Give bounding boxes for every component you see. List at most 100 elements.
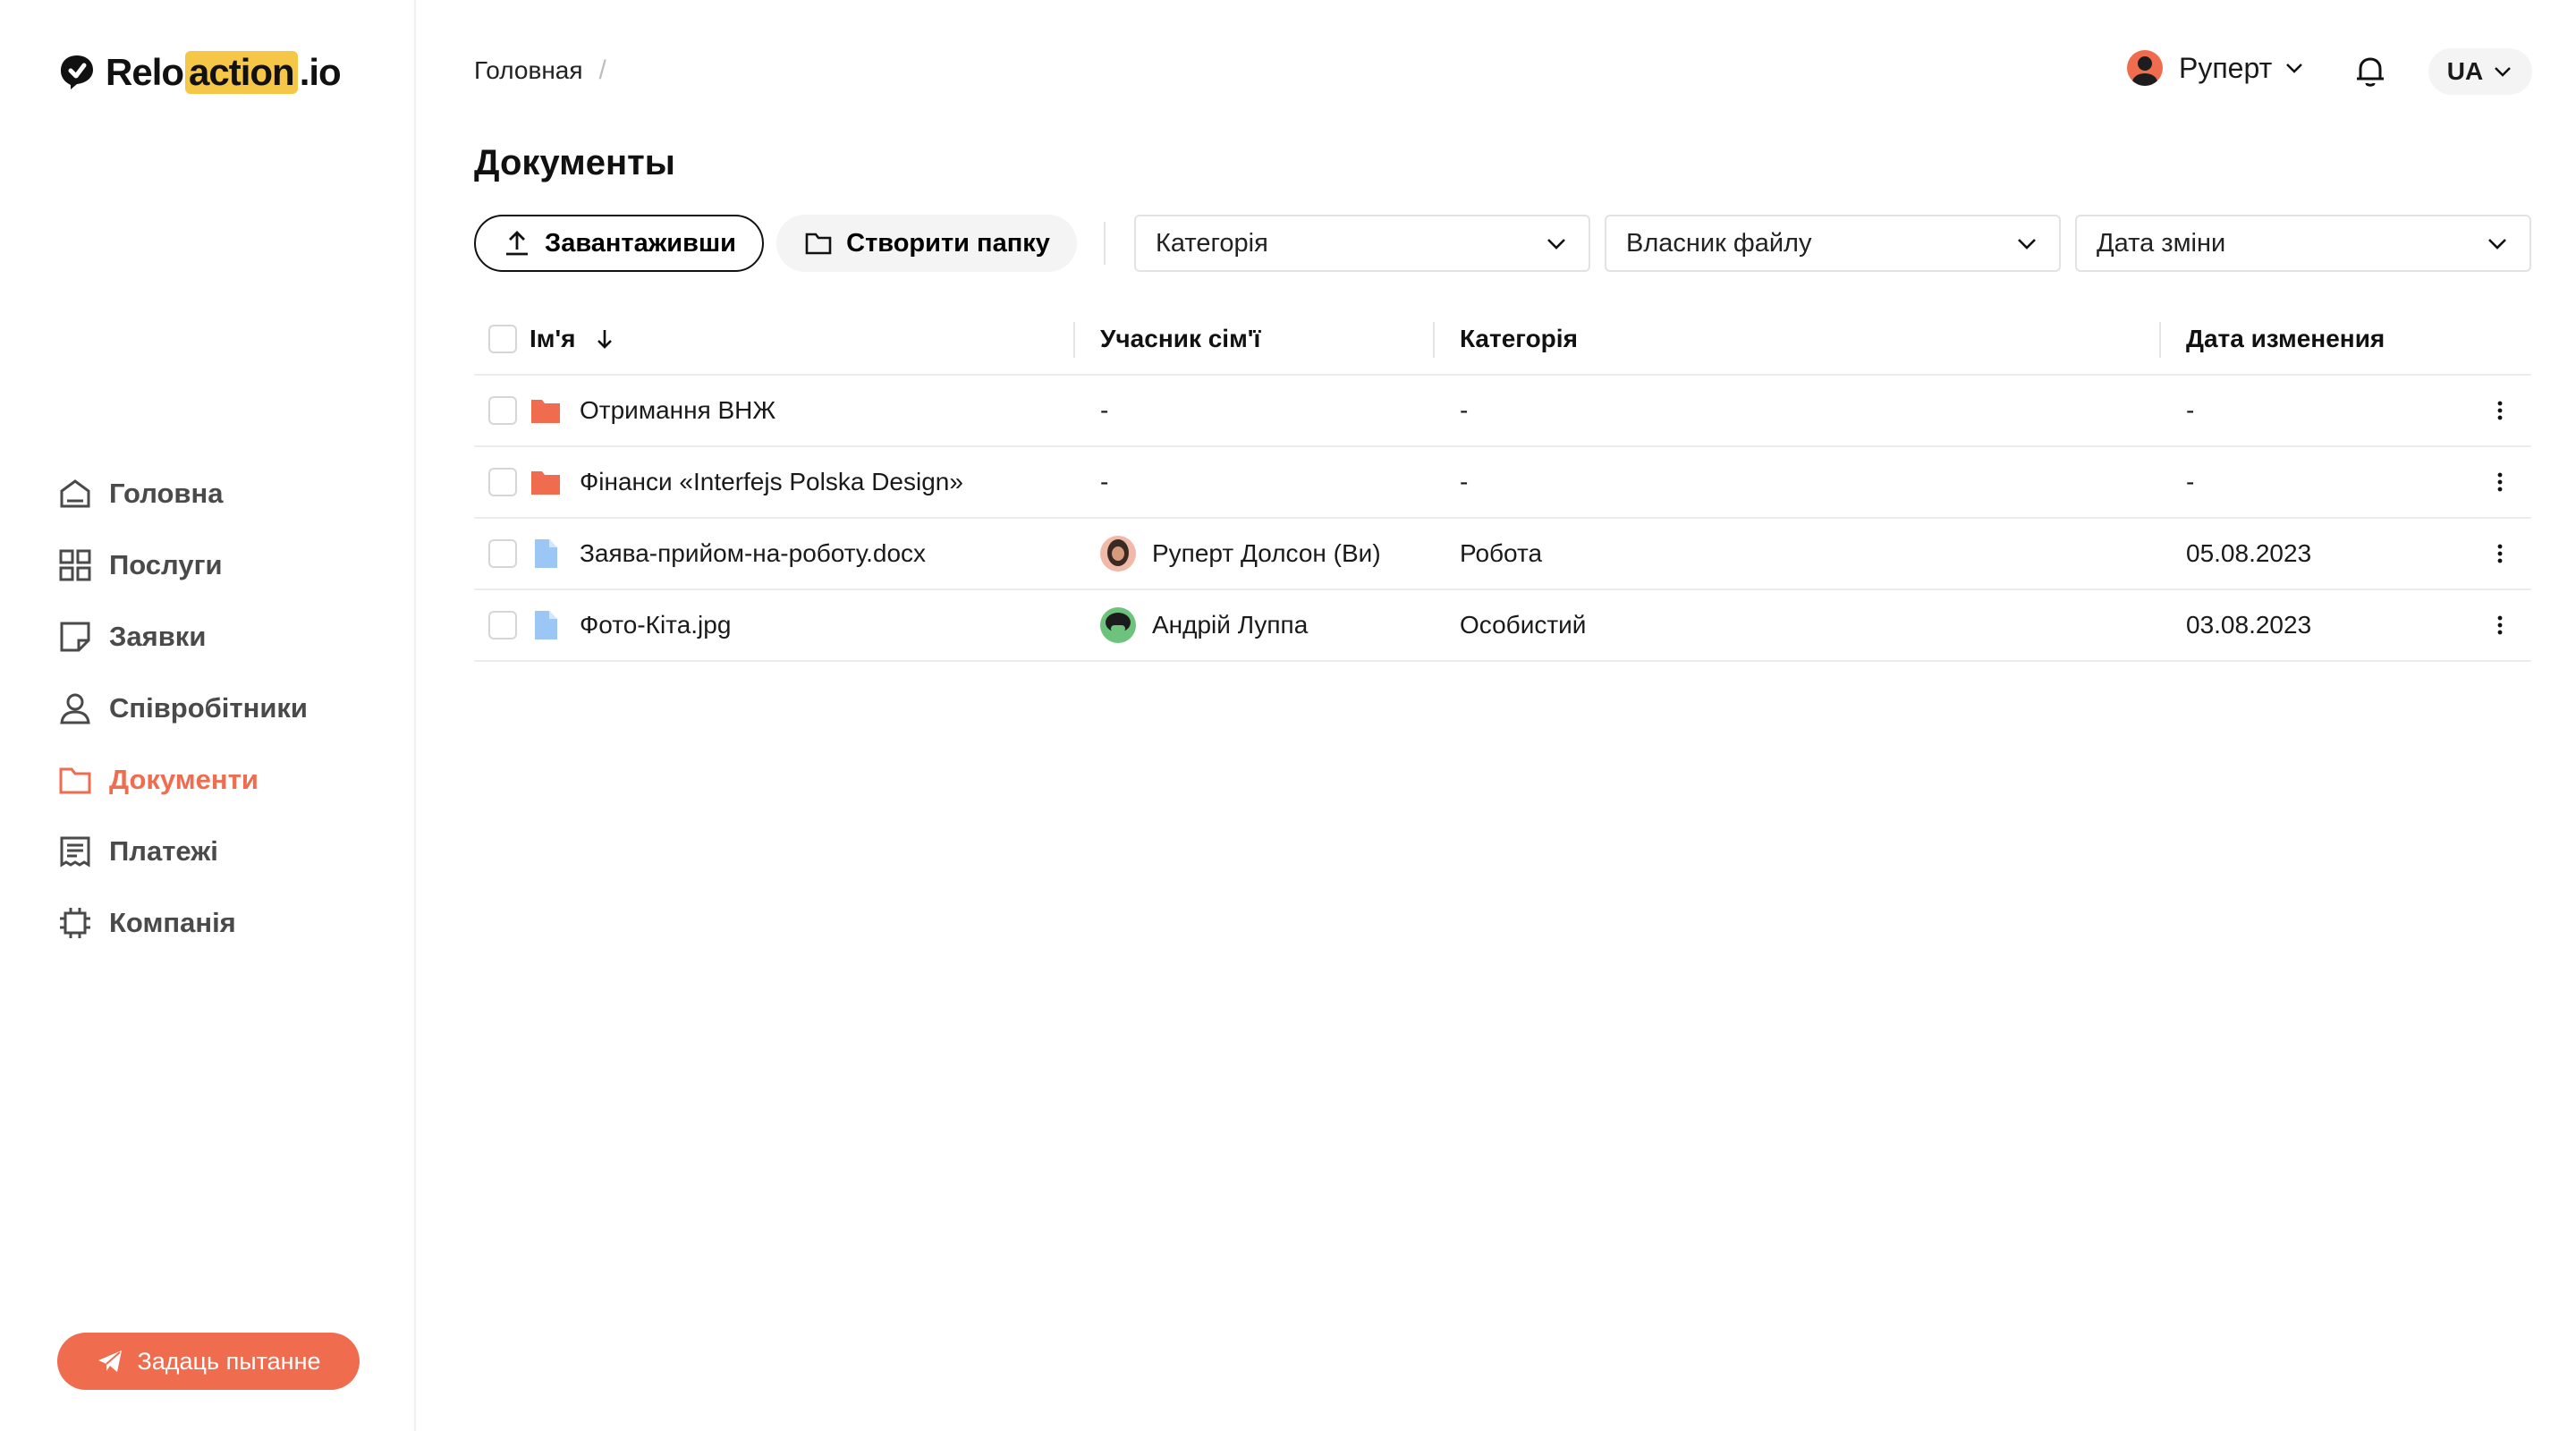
logo[interactable]: Relo action .io [57, 48, 342, 97]
sidebar-item-label: Послуги [109, 549, 223, 580]
row-name-cell: Фото-Кіта.jpg [530, 590, 731, 660]
sidebar-item-documents[interactable]: Документи [57, 744, 308, 816]
sidebar-item-label: Компанія [109, 907, 236, 938]
toolbar-divider [1104, 222, 1106, 265]
sidebar-item-label: Платежі [109, 835, 218, 867]
row-category: Особистий [1460, 611, 1587, 639]
row-name[interactable]: Фінанси «Interfejs Polska Design» [580, 468, 963, 496]
column-category-header[interactable]: Категорія [1460, 304, 1578, 374]
table-row[interactable]: Фото-Кіта.jpg Андрій Луппа Особистий 03.… [474, 590, 2531, 662]
row-checkbox[interactable] [488, 611, 517, 639]
row-checkbox[interactable] [488, 396, 517, 425]
logo-text-post: .io [299, 51, 342, 93]
sidebar-item-label: Співробітники [109, 692, 308, 724]
row-checkbox[interactable] [488, 468, 517, 496]
row-date: - [2186, 396, 2195, 424]
select-all-checkbox[interactable] [488, 325, 517, 353]
column-member-label: Учасник сім'ї [1100, 325, 1261, 352]
chevron-down-icon [2286, 64, 2303, 73]
column-member-header[interactable]: Учасник сім'ї [1100, 304, 1260, 374]
owner-filter[interactable]: Власник файлу [1605, 215, 2061, 272]
table-row[interactable]: Заява-прийом-на-роботу.docx Руперт Долсо… [474, 519, 2531, 590]
language-selector[interactable]: UA [2428, 48, 2532, 95]
row-select-cell [488, 590, 517, 660]
row-category-cell: - [1460, 447, 1468, 517]
logo-text: Relo action .io [106, 51, 342, 94]
column-name-header[interactable]: Ім'я [530, 304, 617, 374]
sidebar-item-label: Документи [109, 764, 258, 795]
row-date-cell: 05.08.2023 [2186, 519, 2311, 588]
column-divider [1073, 322, 1075, 358]
row-category-cell: Робота [1460, 519, 1542, 588]
sidebar-item-company[interactable]: Компанія [57, 887, 308, 959]
category-filter-value: Категорія [1156, 228, 1268, 258]
row-select-cell [488, 519, 517, 588]
row-name[interactable]: Заява-прийом-на-роботу.docx [580, 539, 926, 568]
more-vertical-icon[interactable] [2487, 540, 2513, 567]
upload-button-label: Завантаживши [545, 228, 736, 258]
row-member: Руперт Долсон (Ви) [1152, 539, 1381, 567]
date-filter[interactable]: Дата зміни [2075, 215, 2531, 272]
owner-filter-value: Власник файлу [1626, 228, 1812, 258]
arrow-down-icon [597, 330, 612, 349]
create-folder-button-label: Створити папку [846, 228, 1050, 258]
table-row[interactable]: Фінанси «Interfejs Polska Design» - - - [474, 447, 2531, 519]
breadcrumb: Головная / [474, 55, 606, 86]
row-select-cell [488, 376, 517, 445]
row-actions-cell [2487, 447, 2513, 517]
row-member: Андрій Луппа [1152, 611, 1309, 639]
logo-text-highlight: action [185, 51, 298, 94]
row-name[interactable]: Фото-Кіта.jpg [580, 611, 731, 639]
logo-mark-icon [61, 55, 93, 89]
chevron-down-icon [2495, 67, 2512, 77]
grid-icon [59, 549, 91, 581]
chevron-down-icon [2018, 239, 2036, 250]
receipt-icon [60, 836, 90, 868]
category-filter[interactable]: Категорія [1134, 215, 1590, 272]
row-name-cell: Фінанси «Interfejs Polska Design» [530, 447, 963, 517]
date-filter-value: Дата зміни [2097, 228, 2226, 258]
page-title: Документы [474, 143, 675, 182]
row-category: Робота [1460, 539, 1543, 567]
more-vertical-icon[interactable] [2487, 397, 2513, 424]
row-name[interactable]: Отримання ВНЖ [580, 396, 775, 425]
row-actions-cell [2487, 519, 2513, 588]
user-menu[interactable]: Руперт [2127, 50, 2306, 86]
create-folder-button[interactable]: Створити папку [776, 215, 1077, 272]
sidebar-item-employees[interactable]: Співробітники [57, 673, 308, 744]
row-name-cell: Отримання ВНЖ [530, 376, 775, 445]
table-row[interactable]: Отримання ВНЖ - - - [474, 376, 2531, 447]
sidebar-nav: Головна Послуги Заявки Співробітники Док… [57, 458, 308, 959]
column-divider [1433, 322, 1435, 358]
breadcrumb-home[interactable]: Головная [474, 56, 583, 85]
row-actions-cell [2487, 590, 2513, 660]
avatar [1100, 536, 1136, 572]
sidebar: Relo action .io Головна Послуги Заявки Спі… [0, 0, 416, 1431]
upload-button[interactable]: Завантаживши [474, 215, 764, 272]
avatar [1100, 607, 1136, 643]
column-name-label: Ім'я [530, 325, 576, 352]
row-member-cell: - [1100, 447, 1108, 517]
avatar [2127, 50, 2163, 86]
sidebar-item-payments[interactable]: Платежі [57, 816, 308, 887]
chip-icon [60, 908, 90, 938]
row-actions-cell [2487, 376, 2513, 445]
more-vertical-icon[interactable] [2487, 469, 2513, 495]
row-checkbox[interactable] [488, 539, 517, 568]
row-member-cell: Руперт Долсон (Ви) [1100, 519, 1381, 588]
sidebar-item-requests[interactable]: Заявки [57, 601, 308, 673]
file-icon [535, 611, 557, 639]
row-member: - [1100, 468, 1109, 495]
row-member-cell: - [1100, 376, 1108, 445]
folder-icon [59, 767, 91, 794]
bell-icon[interactable] [2352, 54, 2388, 89]
user-icon [60, 693, 90, 724]
column-category-label: Категорія [1460, 325, 1578, 352]
ask-question-button[interactable]: Задаць пытанне [57, 1333, 360, 1390]
sidebar-item-services[interactable]: Послуги [57, 529, 308, 601]
sidebar-item-home[interactable]: Головна [57, 458, 308, 529]
column-date-header[interactable]: Дата изменения [2186, 304, 2385, 374]
row-category-cell: - [1460, 376, 1468, 445]
more-vertical-icon[interactable] [2487, 612, 2513, 639]
chevron-down-icon [2488, 239, 2506, 250]
